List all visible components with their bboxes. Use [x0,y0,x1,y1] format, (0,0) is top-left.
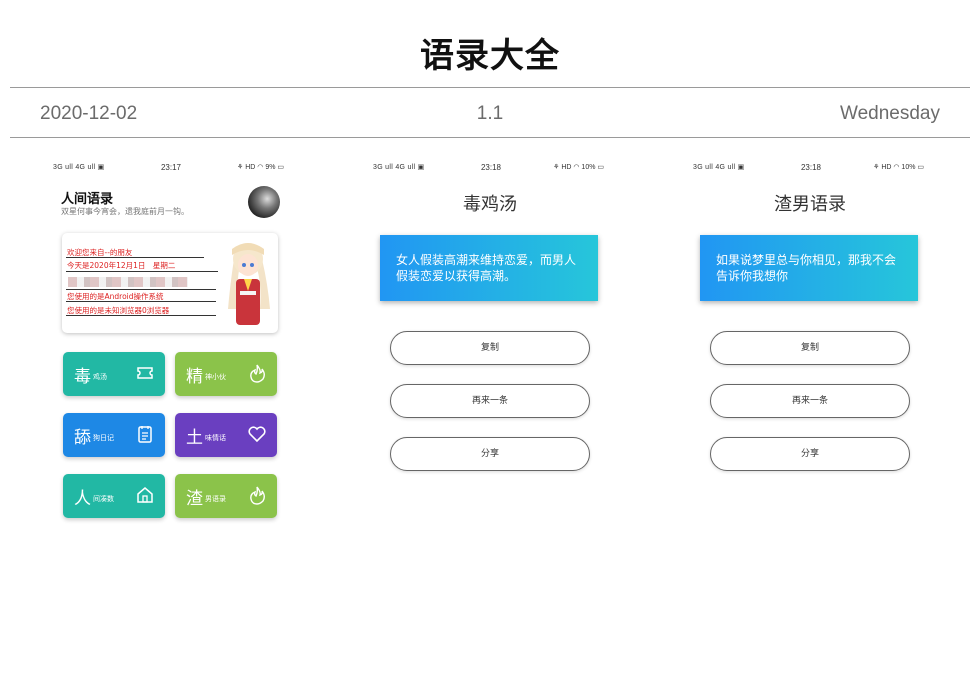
screen-title: 毒鸡汤 [463,194,517,215]
system-indicators: ⚘ HD ◠ 10% ▭ [553,164,604,171]
top-divider [10,87,970,88]
tile-zha-nan-yu-lu[interactable]: 渣 男语录 [175,474,277,518]
flame-icon [250,364,265,383]
page-title: 语录大全 [420,36,560,76]
screenshot-home: 3G ull 4G ull ▣ 23:17 ⚘ HD ◠ 9% ▭ 人间语录 双… [50,158,284,538]
status-bar: 3G ull 4G ull ▣ 23:17 ⚘ HD ◠ 9% ▭ [50,162,284,174]
house-icon [137,487,153,503]
banner-underline [66,257,204,258]
tile-big-char: 毒 [74,367,91,387]
heart-icon [248,426,266,443]
tile-small-label: 味情话 [205,434,226,442]
share-button[interactable]: 分享 [390,437,590,471]
tile-small-label: 神小伙 [205,373,226,381]
bottom-divider [10,137,970,138]
tile-small-label: 狗日记 [93,434,114,442]
anime-girl-illustration [228,243,270,325]
tile-small-label: 间凑数 [93,495,114,503]
next-quote-button[interactable]: 再来一条 [710,384,910,418]
tile-small-label: 鸡汤 [93,373,107,381]
quote-card: 如果说梦里总与你相见，那我不会告诉你我想你 [700,235,918,301]
welcome-banner: 欢迎您来自--的朋友 今天是2020年12月1日 星期二 您使用的是Androi… [62,233,278,333]
copy-button[interactable]: 复制 [710,331,910,365]
avatar[interactable] [248,186,280,218]
screenshot-zha-nan-yu-lu: 3G ull 4G ull ▣ 23:18 ⚘ HD ◠ 10% ▭ 渣男语录 … [690,158,924,538]
tile-jing-shen-xiao-huo[interactable]: 精 神小伙 [175,352,277,396]
app-subtitle: 双星何事今宵会，遗我庭前月一钩。 [61,207,189,216]
status-bar: 3G ull 4G ull ▣ 23:18 ⚘ HD ◠ 10% ▭ [690,162,924,174]
banner-underline [66,289,216,290]
screenshot-du-ji-tang: 3G ull 4G ull ▣ 23:18 ⚘ HD ◠ 10% ▭ 毒鸡汤 女… [370,158,604,538]
tile-small-label: 男语录 [205,495,226,503]
tile-big-char: 舔 [74,428,91,448]
quote-card: 女人假装高潮来维持恋爱，而男人假装恋爱以获得高潮。 [380,235,598,301]
copy-button[interactable]: 复制 [390,331,590,365]
banner-underline [66,271,218,272]
status-bar: 3G ull 4G ull ▣ 23:18 ⚘ HD ◠ 10% ▭ [370,162,604,174]
banner-underline [66,301,216,302]
notebook-icon [138,426,152,443]
tile-du-ji-tang[interactable]: 毒 鸡汤 [63,352,165,396]
banner-line: 今天是2020年12月1日 星期二 [67,261,176,270]
weekday-label: Wednesday [840,103,940,124]
tile-big-char: 土 [186,428,203,448]
redacted-text [68,277,188,287]
flame-icon [250,486,265,505]
tile-ren-jian-cou-shu[interactable]: 人 间凑数 [63,474,165,518]
version-label: 1.1 [476,103,504,124]
tile-big-char: 渣 [186,489,203,509]
tile-tian-gou-ri-ji[interactable]: 舔 狗日记 [63,413,165,457]
app-name: 人间语录 [61,192,114,207]
tile-tu-wei-qing-hua[interactable]: 土 味情话 [175,413,277,457]
system-indicators: ⚘ HD ◠ 9% ▭ [236,164,284,171]
ticket-icon [137,367,153,379]
banner-underline [66,315,216,316]
tile-big-char: 人 [74,489,91,509]
system-indicators: ⚘ HD ◠ 10% ▭ [873,164,924,171]
tile-big-char: 精 [186,367,203,387]
screen-title: 渣男语录 [774,194,846,215]
next-quote-button[interactable]: 再来一条 [390,384,590,418]
share-button[interactable]: 分享 [710,437,910,471]
